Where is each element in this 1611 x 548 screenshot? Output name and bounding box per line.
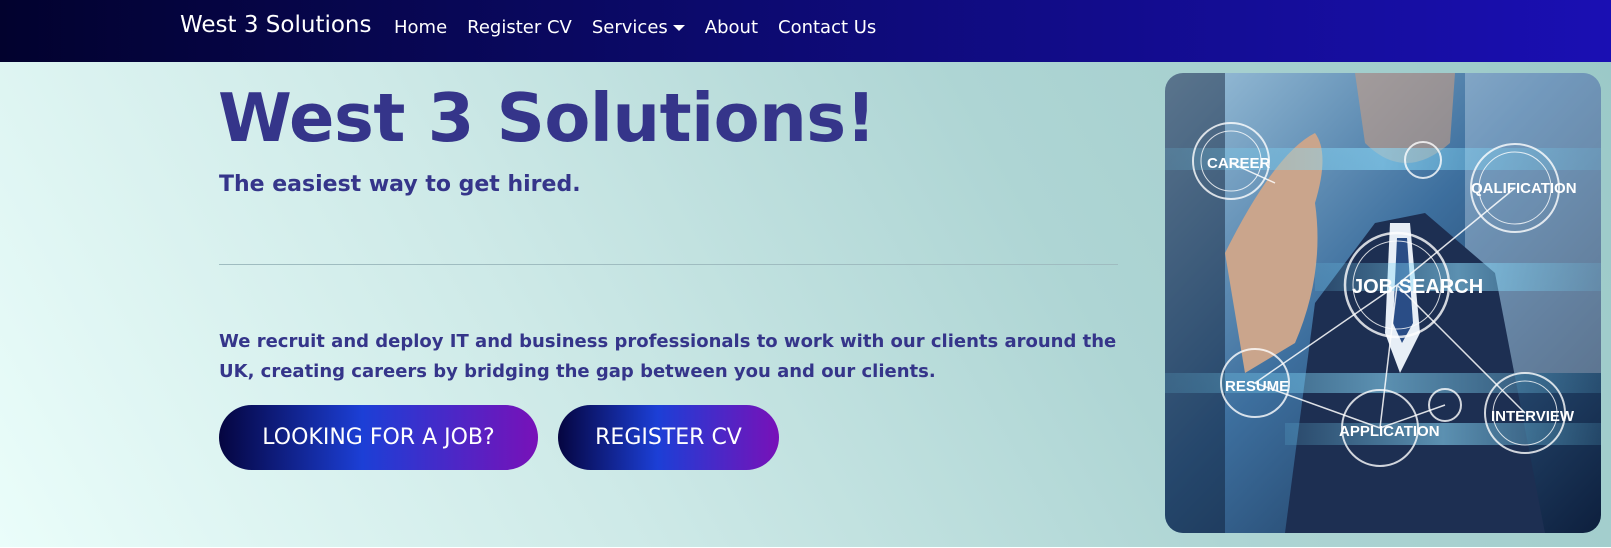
looking-for-job-button[interactable]: LOOKING FOR A JOB? — [219, 405, 538, 470]
interview-label: INTERVIEW — [1491, 408, 1575, 425]
hero-title: West 3 Solutions! — [218, 79, 876, 157]
nav-about-link[interactable]: About — [705, 17, 758, 38]
hero-divider — [219, 264, 1118, 265]
nav-register-cv-link[interactable]: Register CV — [467, 17, 572, 38]
nav-home-link[interactable]: Home — [394, 17, 447, 38]
qualification-label: QALIFICATION — [1471, 180, 1577, 197]
application-label: APPLICATION — [1339, 423, 1440, 440]
career-label: CAREER — [1207, 155, 1271, 172]
caret-down-icon — [672, 24, 685, 31]
register-cv-button[interactable]: REGISTER CV — [558, 405, 779, 470]
job-search-label: JOB SEARCH — [1352, 276, 1483, 298]
nav-services-label: Services — [591, 17, 668, 38]
nav-links: Home Register CV Services About Contact … — [394, 17, 896, 38]
navbar: West 3 Solutions Home Register CV Servic… — [0, 0, 1611, 62]
resume-label: RESUME — [1225, 378, 1289, 395]
hero-subtitle: The easiest way to get hired. — [219, 172, 581, 197]
hero-description: We recruit and deploy IT and business pr… — [219, 331, 1117, 382]
nav-services-dropdown[interactable]: Services — [592, 17, 685, 38]
hero-image: CAREER QALIFICATION JOB SEARCH RESUME AP… — [1165, 73, 1601, 533]
brand-logo[interactable]: West 3 Solutions — [180, 12, 371, 38]
nav-contact-link[interactable]: Contact Us — [778, 17, 876, 38]
